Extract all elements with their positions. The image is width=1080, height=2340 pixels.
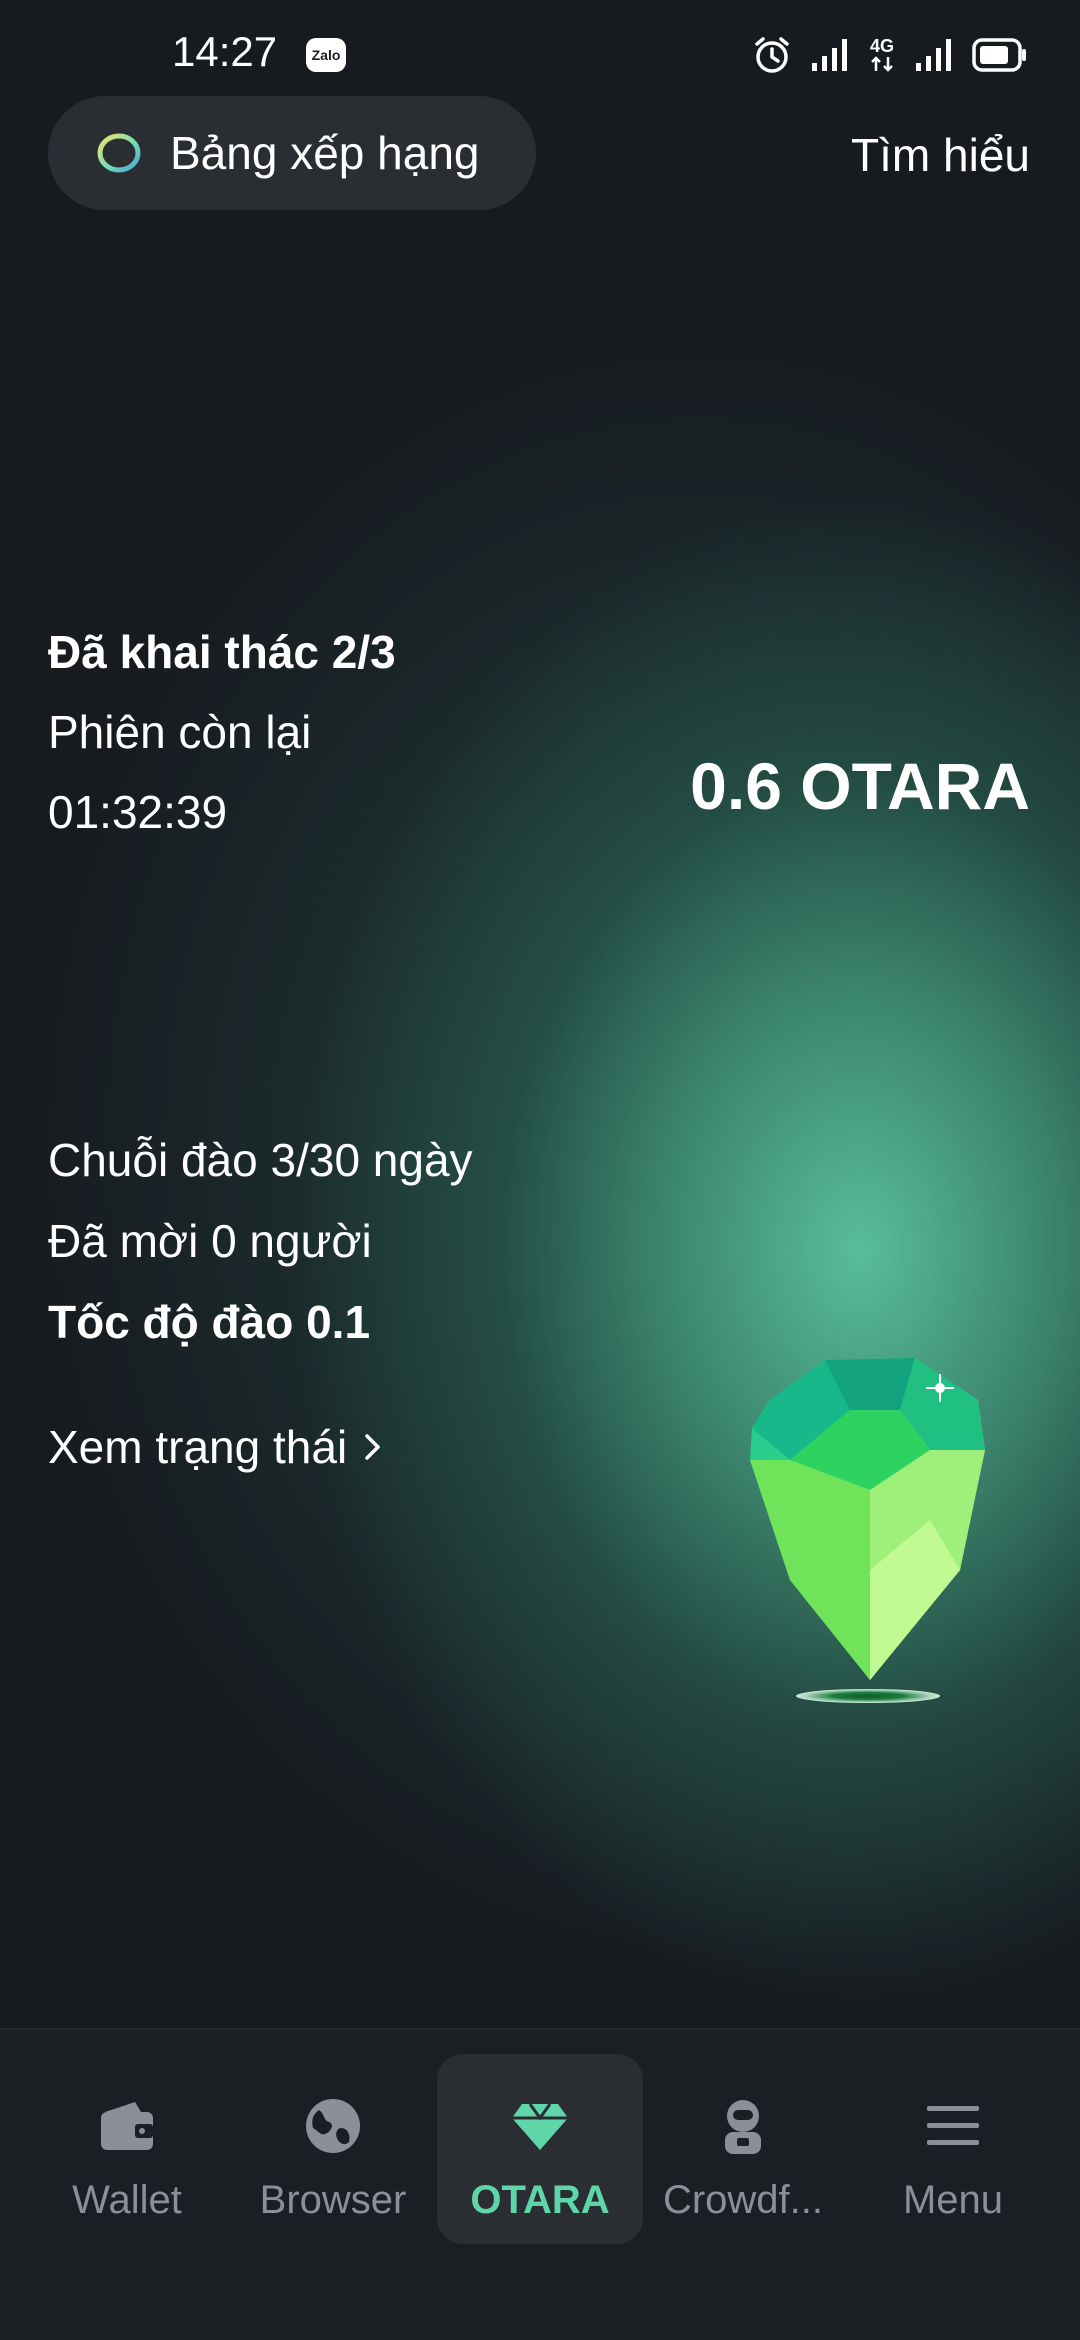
nav-label-menu: Menu: [902, 2178, 1004, 2222]
status-time: 14:27: [172, 28, 278, 75]
nav-label-crowdfunding: Crowdf...: [662, 2178, 824, 2222]
mining-speed: Tốc độ đào 0.1: [48, 1296, 371, 1348]
leaderboard-label: Bảng xếp hạng: [170, 127, 480, 179]
otara-mining-screen: 14:27 Zalo 4G Bảng xếp hạng Tìm hiểu Đã …: [0, 0, 1080, 2340]
mining-stats: Chuỗi đào 3/30 ngày Đã mời 0 người Tốc đ…: [48, 1120, 473, 1363]
learn-more-link[interactable]: Tìm hiểu: [851, 128, 1030, 182]
otara-balance: 0.6 OTARA: [690, 749, 1030, 823]
nav-label-otara: OTARA: [470, 2178, 610, 2222]
nav-label-browser: Browser: [259, 2178, 407, 2222]
remaining-time: 01:32:39: [48, 786, 228, 838]
nav-otara[interactable]: OTARA: [437, 2054, 643, 2244]
menu-icon: [927, 2106, 979, 2145]
globe-icon: [306, 2099, 360, 2153]
mining-session-info: Đã khai thác 2/3 Phiên còn lại 01:32:39: [48, 612, 396, 852]
nav-menu[interactable]: Menu: [850, 2054, 1056, 2244]
nav-wallet[interactable]: Wallet: [24, 2054, 230, 2244]
mining-gem-icon[interactable]: [730, 1340, 1000, 1720]
leaderboard-ring-icon: [97, 133, 141, 173]
signal-icon: [812, 39, 847, 71]
status-icons: 4G: [752, 30, 1028, 80]
zalo-notification-icon: Zalo: [306, 38, 346, 72]
network-label: 4G: [869, 36, 894, 56]
nav-crowdfunding[interactable]: Crowdf...: [640, 2054, 846, 2244]
mined-sessions: Đã khai thác 2/3: [48, 626, 396, 678]
battery-icon: [972, 38, 1026, 72]
status-bar: 14:27 Zalo 4G: [0, 0, 1080, 110]
bottom-navigation: Wallet Browser OTARA Crowdf... Menu: [0, 2028, 1080, 2340]
alarm-icon: [755, 37, 789, 73]
view-status-label: Xem trạng thái: [48, 1421, 348, 1473]
remaining-session-label: Phiên còn lại: [48, 706, 312, 758]
signal-icon: [916, 39, 951, 71]
diamond-icon: [512, 2103, 568, 2150]
leaderboard-button[interactable]: Bảng xếp hạng: [48, 96, 536, 210]
nav-label-wallet: Wallet: [72, 2178, 182, 2222]
view-status-link[interactable]: Xem trạng thái: [48, 1420, 385, 1474]
network-4g-icon: 4G: [868, 37, 896, 73]
wallet-icon: [101, 2102, 153, 2150]
astronaut-icon: [725, 2100, 761, 2154]
nav-browser[interactable]: Browser: [230, 2054, 436, 2244]
chevron-right-icon: [365, 1434, 380, 1460]
invited-count: Đã mời 0 người: [48, 1215, 372, 1267]
mining-streak: Chuỗi đào 3/30 ngày: [48, 1134, 473, 1186]
